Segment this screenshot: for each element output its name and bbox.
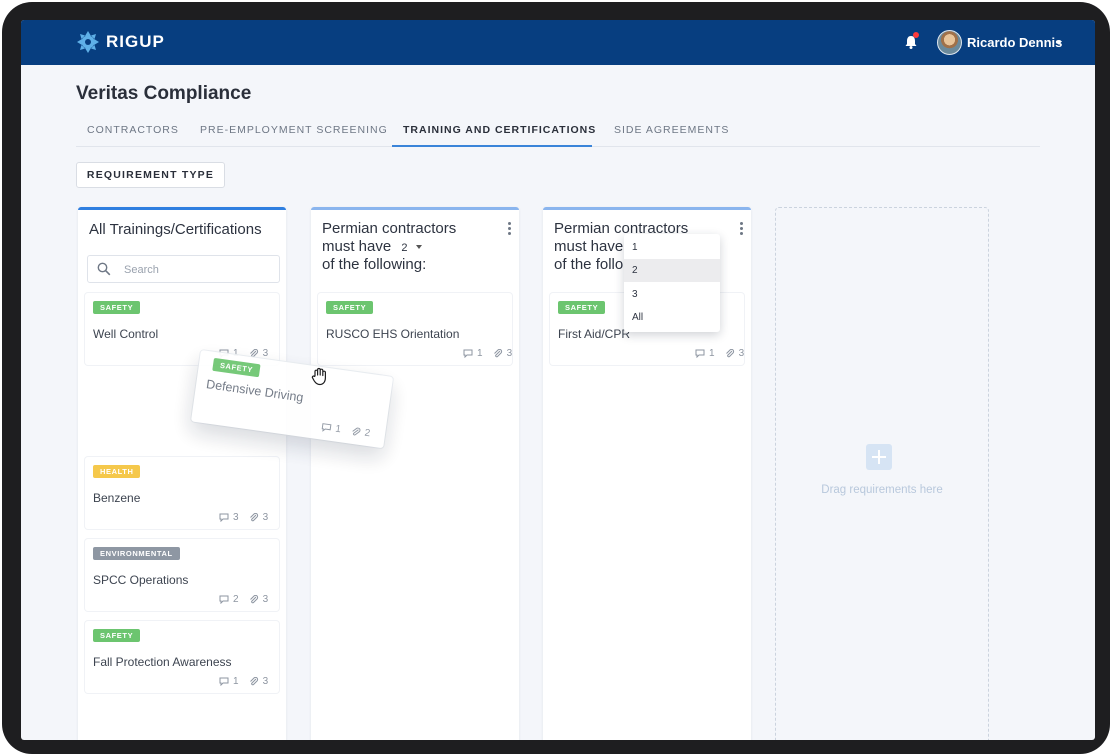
comment-icon [219, 677, 229, 686]
comment-count: 1 [334, 423, 342, 436]
card-meta: 2 3 [219, 594, 268, 605]
group-title-line3: of the following: [322, 256, 427, 273]
app-screen: RIGUP Ricardo Dennis Veritas Compliance … [21, 20, 1095, 740]
dropdown-option-selected[interactable]: 2 [624, 259, 720, 282]
comment-count: 1 [709, 348, 715, 359]
card-title: Defensive Driving [205, 377, 305, 405]
group-title-text: must have [322, 238, 392, 255]
card-meta: 1 2 [321, 422, 371, 440]
paperclip-icon [725, 348, 734, 357]
card-title: Well Control [93, 327, 159, 341]
category-badge: SAFETY [93, 629, 141, 642]
requirement-card[interactable]: ENVIRONMENTAL SPCC Operations 2 3 [85, 539, 279, 611]
search-input[interactable]: Search [87, 255, 280, 283]
card-meta: 1 3 [695, 348, 744, 359]
card-meta: 1 3 [463, 348, 512, 359]
dropdown-option[interactable]: 3 [624, 283, 720, 306]
column-accent [78, 207, 286, 210]
attachment-count: 3 [738, 348, 745, 359]
search-icon [97, 262, 111, 276]
attachment-count: 3 [262, 348, 269, 359]
tab-training-and-certifications[interactable]: TRAINING AND CERTIFICATIONS [403, 124, 596, 147]
comment-icon [463, 349, 473, 358]
drop-zone[interactable]: Drag requirements here [775, 207, 989, 740]
category-badge: HEALTH [93, 465, 141, 478]
attachment-count: 3 [262, 676, 269, 687]
tab-contractors[interactable]: CONTRACTORS [87, 124, 179, 147]
category-badge: SAFETY [326, 301, 374, 314]
category-badge: SAFETY [93, 301, 141, 314]
brand-logo[interactable]: RIGUP [76, 30, 165, 54]
requirement-card[interactable]: HEALTH Benzene 3 3 [85, 457, 279, 529]
attachment-count: 2 [363, 427, 371, 440]
tab-side-agreements[interactable]: SIDE AGREEMENTS [614, 124, 729, 147]
tab-bar: CONTRACTORS PRE-EMPLOYMENT SCREENING TRA… [76, 120, 1040, 147]
paperclip-icon [249, 594, 258, 603]
category-badge: SAFETY [558, 301, 606, 314]
comment-icon [695, 349, 705, 358]
attachment-count: 3 [262, 512, 269, 523]
card-meta: 1 3 [219, 676, 268, 687]
comment-icon [321, 423, 332, 432]
paperclip-icon [249, 676, 258, 685]
column-title: All Trainings/Certifications [89, 221, 262, 238]
comment-icon [219, 595, 229, 604]
attachment-count: 3 [262, 594, 269, 605]
attachment-count: 3 [506, 348, 513, 359]
requirement-card[interactable]: SAFETY RUSCO EHS Orientation 1 3 [318, 293, 512, 365]
brand-name: RIGUP [106, 32, 165, 51]
dropdown-option[interactable]: 1 [624, 236, 720, 259]
chevron-down-icon[interactable] [415, 245, 422, 250]
group-title-line3: of the follo [554, 256, 624, 273]
category-badge: SAFETY [212, 357, 261, 378]
column-accent [543, 207, 751, 210]
add-icon [866, 444, 892, 470]
dropdown-option[interactable]: All [624, 306, 720, 329]
comment-count: 1 [477, 348, 483, 359]
requirement-card[interactable]: SAFETY Fall Protection Awareness 1 3 [85, 621, 279, 693]
all-trainings-column: All Trainings/Certifications Search SAFE… [78, 207, 286, 740]
card-title: Benzene [93, 491, 141, 505]
card-title: SPCC Operations [93, 573, 189, 587]
card-title: Fall Protection Awareness [93, 655, 232, 669]
count-select[interactable]: 2 [401, 242, 407, 254]
tablet-frame: RIGUP Ricardo Dennis Veritas Compliance … [2, 2, 1110, 754]
paperclip-icon [493, 348, 502, 357]
comment-count: 2 [233, 594, 239, 605]
paperclip-icon [351, 426, 361, 435]
avatar[interactable] [937, 30, 962, 55]
requirement-type-button[interactable]: REQUIREMENT TYPE [76, 162, 225, 188]
tab-pre-employment-screening[interactable]: PRE-EMPLOYMENT SCREENING [200, 124, 388, 147]
page-title: Veritas Compliance [76, 83, 252, 104]
search-placeholder: Search [124, 264, 159, 276]
group-title-line2: must have 2 [322, 238, 422, 257]
drop-zone-hint: Drag requirements here [821, 484, 943, 496]
comment-icon [219, 513, 229, 522]
user-name[interactable]: Ricardo Dennis [967, 35, 1062, 50]
paperclip-icon [249, 512, 258, 521]
card-title: First Aid/CPR [558, 327, 631, 341]
gear-logo-icon [77, 31, 99, 53]
comment-count: 3 [233, 512, 239, 523]
requirement-card[interactable]: SAFETY Well Control 1 3 [85, 293, 279, 365]
kebab-menu-icon[interactable] [740, 222, 743, 235]
comment-count: 1 [233, 676, 239, 687]
group-title-line1: Permian contractors [322, 220, 457, 237]
category-badge: ENVIRONMENTAL [93, 547, 180, 560]
chevron-down-icon[interactable] [1056, 41, 1062, 45]
group-title-line2: must have [554, 238, 624, 255]
active-tab-indicator [392, 145, 592, 147]
notification-dot [913, 32, 919, 38]
card-title: RUSCO EHS Orientation [326, 327, 460, 341]
kebab-menu-icon[interactable] [508, 222, 511, 235]
card-meta: 3 3 [219, 512, 268, 523]
count-dropdown-menu: 1 2 3 All [624, 234, 720, 332]
top-bar: RIGUP Ricardo Dennis [21, 20, 1095, 65]
column-accent [311, 207, 519, 210]
requirement-group-column: Permian contractors must have 2 of the f… [311, 207, 519, 740]
grab-hand-cursor-icon [311, 367, 326, 386]
